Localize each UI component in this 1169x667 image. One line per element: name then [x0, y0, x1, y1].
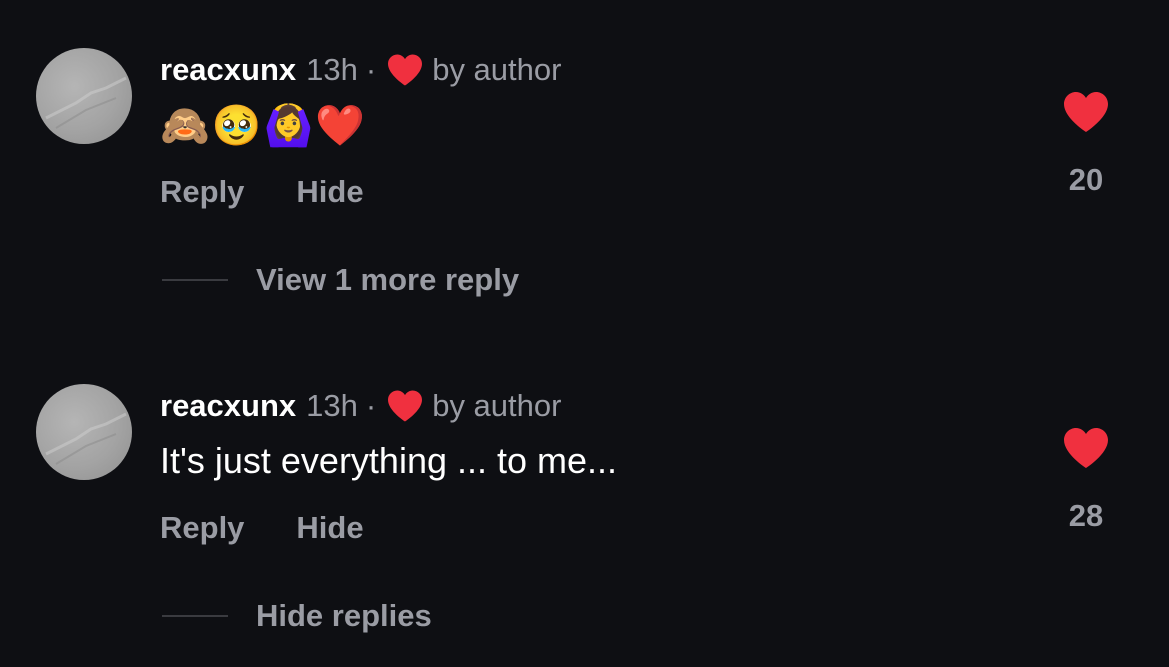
avatar[interactable] — [36, 48, 132, 144]
hide-replies-button[interactable]: Hide replies — [162, 598, 432, 634]
replies-divider — [162, 615, 228, 617]
heart-icon — [388, 54, 423, 86]
username[interactable]: reacxunx — [160, 52, 296, 88]
like-count: 20 — [1068, 162, 1104, 197]
timestamp: 13h — [306, 388, 358, 423]
like-count: 28 — [1068, 498, 1104, 533]
username[interactable]: reacxunx — [160, 388, 296, 424]
comment-thread: reacxunx 13h · by author 🙈🥹🙆‍♀️❤️ Reply … — [0, 0, 1169, 667]
hide-button[interactable]: Hide — [296, 174, 363, 210]
comment-actions: Reply Hide — [160, 510, 364, 546]
replies-divider — [162, 279, 228, 281]
view-replies-button[interactable]: View 1 more reply — [162, 262, 519, 298]
comment-body: 🙈🥹🙆‍♀️❤️ — [160, 104, 368, 148]
hide-button[interactable]: Hide — [296, 510, 363, 546]
comment-meta: reacxunx 13h · by author — [160, 388, 561, 424]
avatar-image — [45, 412, 127, 465]
comment-body: It's just everything ... to me... — [160, 440, 618, 481]
comment-actions: Reply Hide — [160, 174, 364, 210]
reply-button[interactable]: Reply — [160, 174, 244, 210]
like-heart-icon[interactable] — [1062, 426, 1110, 470]
separator: · — [365, 388, 377, 423]
timestamp: 13h — [306, 52, 358, 87]
comment-meta: reacxunx 13h · by author — [160, 52, 561, 88]
like-control: 20 — [1060, 90, 1112, 198]
author-badge: by author — [432, 388, 562, 423]
author-badge: by author — [432, 52, 562, 87]
avatar-image — [45, 76, 127, 129]
heart-icon — [388, 390, 423, 422]
like-heart-icon[interactable] — [1062, 90, 1110, 134]
replies-toggle-label: View 1 more reply — [256, 262, 520, 297]
like-control: 28 — [1060, 426, 1112, 534]
reply-button[interactable]: Reply — [160, 510, 244, 546]
replies-toggle-label: Hide replies — [256, 598, 432, 633]
avatar[interactable] — [36, 384, 132, 480]
separator: · — [365, 52, 377, 87]
